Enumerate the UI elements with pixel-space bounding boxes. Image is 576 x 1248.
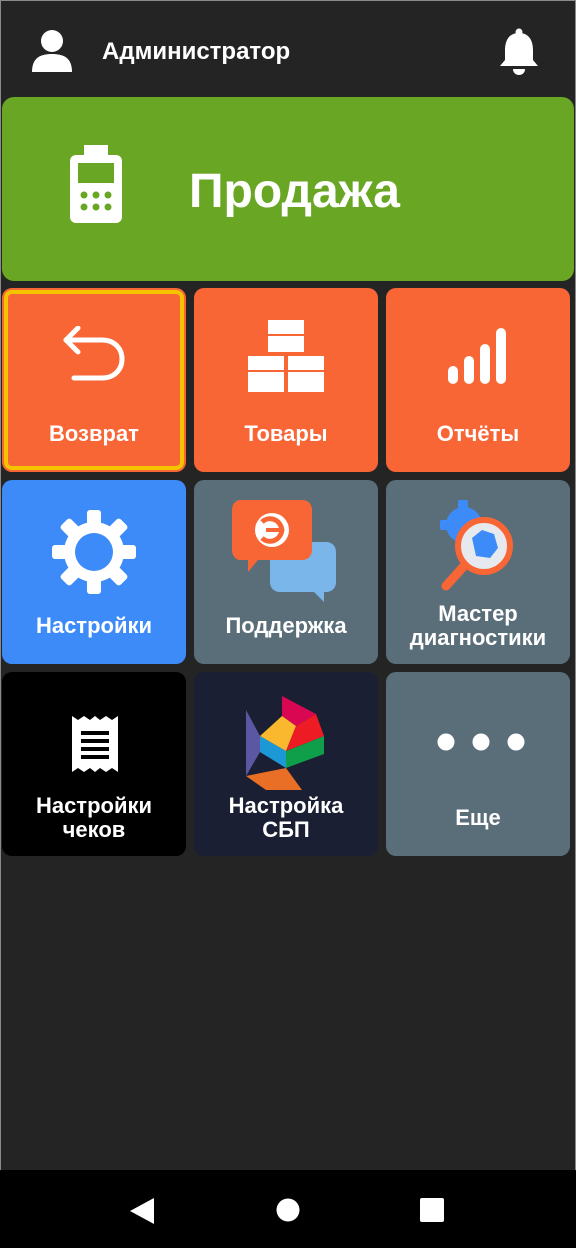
home-circle-icon[interactable] — [276, 1198, 300, 1222]
bar-chart-icon — [448, 328, 506, 384]
settings-tile[interactable]: Настройки — [2, 480, 186, 664]
more-dots-icon — [437, 733, 525, 751]
boxes-icon — [248, 320, 324, 392]
more-label: Еще — [455, 805, 501, 830]
receipt-icon — [72, 716, 118, 772]
return-arrow-icon — [63, 326, 125, 381]
sbp-logo-icon — [246, 696, 324, 790]
recents-square-icon[interactable] — [420, 1198, 444, 1222]
support-tile[interactable]: Поддержка — [194, 480, 378, 664]
return-label: Возврат — [49, 421, 139, 446]
sbp-settings-tile[interactable]: Настройка СБП — [194, 672, 378, 856]
receipt-settings-tile[interactable]: Настройки чеков — [2, 672, 186, 856]
goods-tile[interactable]: Товары — [194, 288, 378, 472]
support-label: Поддержка — [225, 613, 347, 638]
sale-button[interactable]: Продажа — [2, 97, 574, 281]
more-tile[interactable]: Еще — [386, 672, 570, 856]
diagnostics-label-line2: диагностики — [409, 625, 547, 650]
sbp-settings-label-line1: Настройка — [228, 793, 344, 818]
diagnostics-label-line1: Мастер — [438, 601, 518, 626]
goods-label: Товары — [244, 421, 328, 446]
diagnostics-gear-magnifier-icon — [440, 500, 513, 591]
sale-label: Продажа — [189, 165, 400, 218]
diagnostics-tile[interactable]: Мастер диагностики — [386, 480, 570, 664]
return-tile[interactable]: Возврат — [2, 288, 186, 472]
receipt-settings-label-line1: Настройки — [35, 793, 153, 818]
user-name: Администратор — [102, 38, 291, 65]
top-bar: Администратор — [0, 0, 576, 100]
gear-icon — [52, 510, 136, 594]
support-chat-icon — [232, 500, 336, 602]
back-triangle-icon[interactable] — [130, 1198, 154, 1224]
settings-label: Настройки — [35, 613, 153, 638]
sbp-settings-label-line2: СБП — [262, 817, 310, 842]
payment-terminal-icon — [70, 145, 122, 223]
bell-icon[interactable] — [497, 28, 541, 76]
system-navigation-bar — [0, 1170, 576, 1248]
user-icon[interactable] — [30, 28, 74, 74]
reports-label: Отчёты — [436, 421, 520, 446]
reports-tile[interactable]: Отчёты — [386, 288, 570, 472]
receipt-settings-label-line2: чеков — [62, 817, 126, 842]
